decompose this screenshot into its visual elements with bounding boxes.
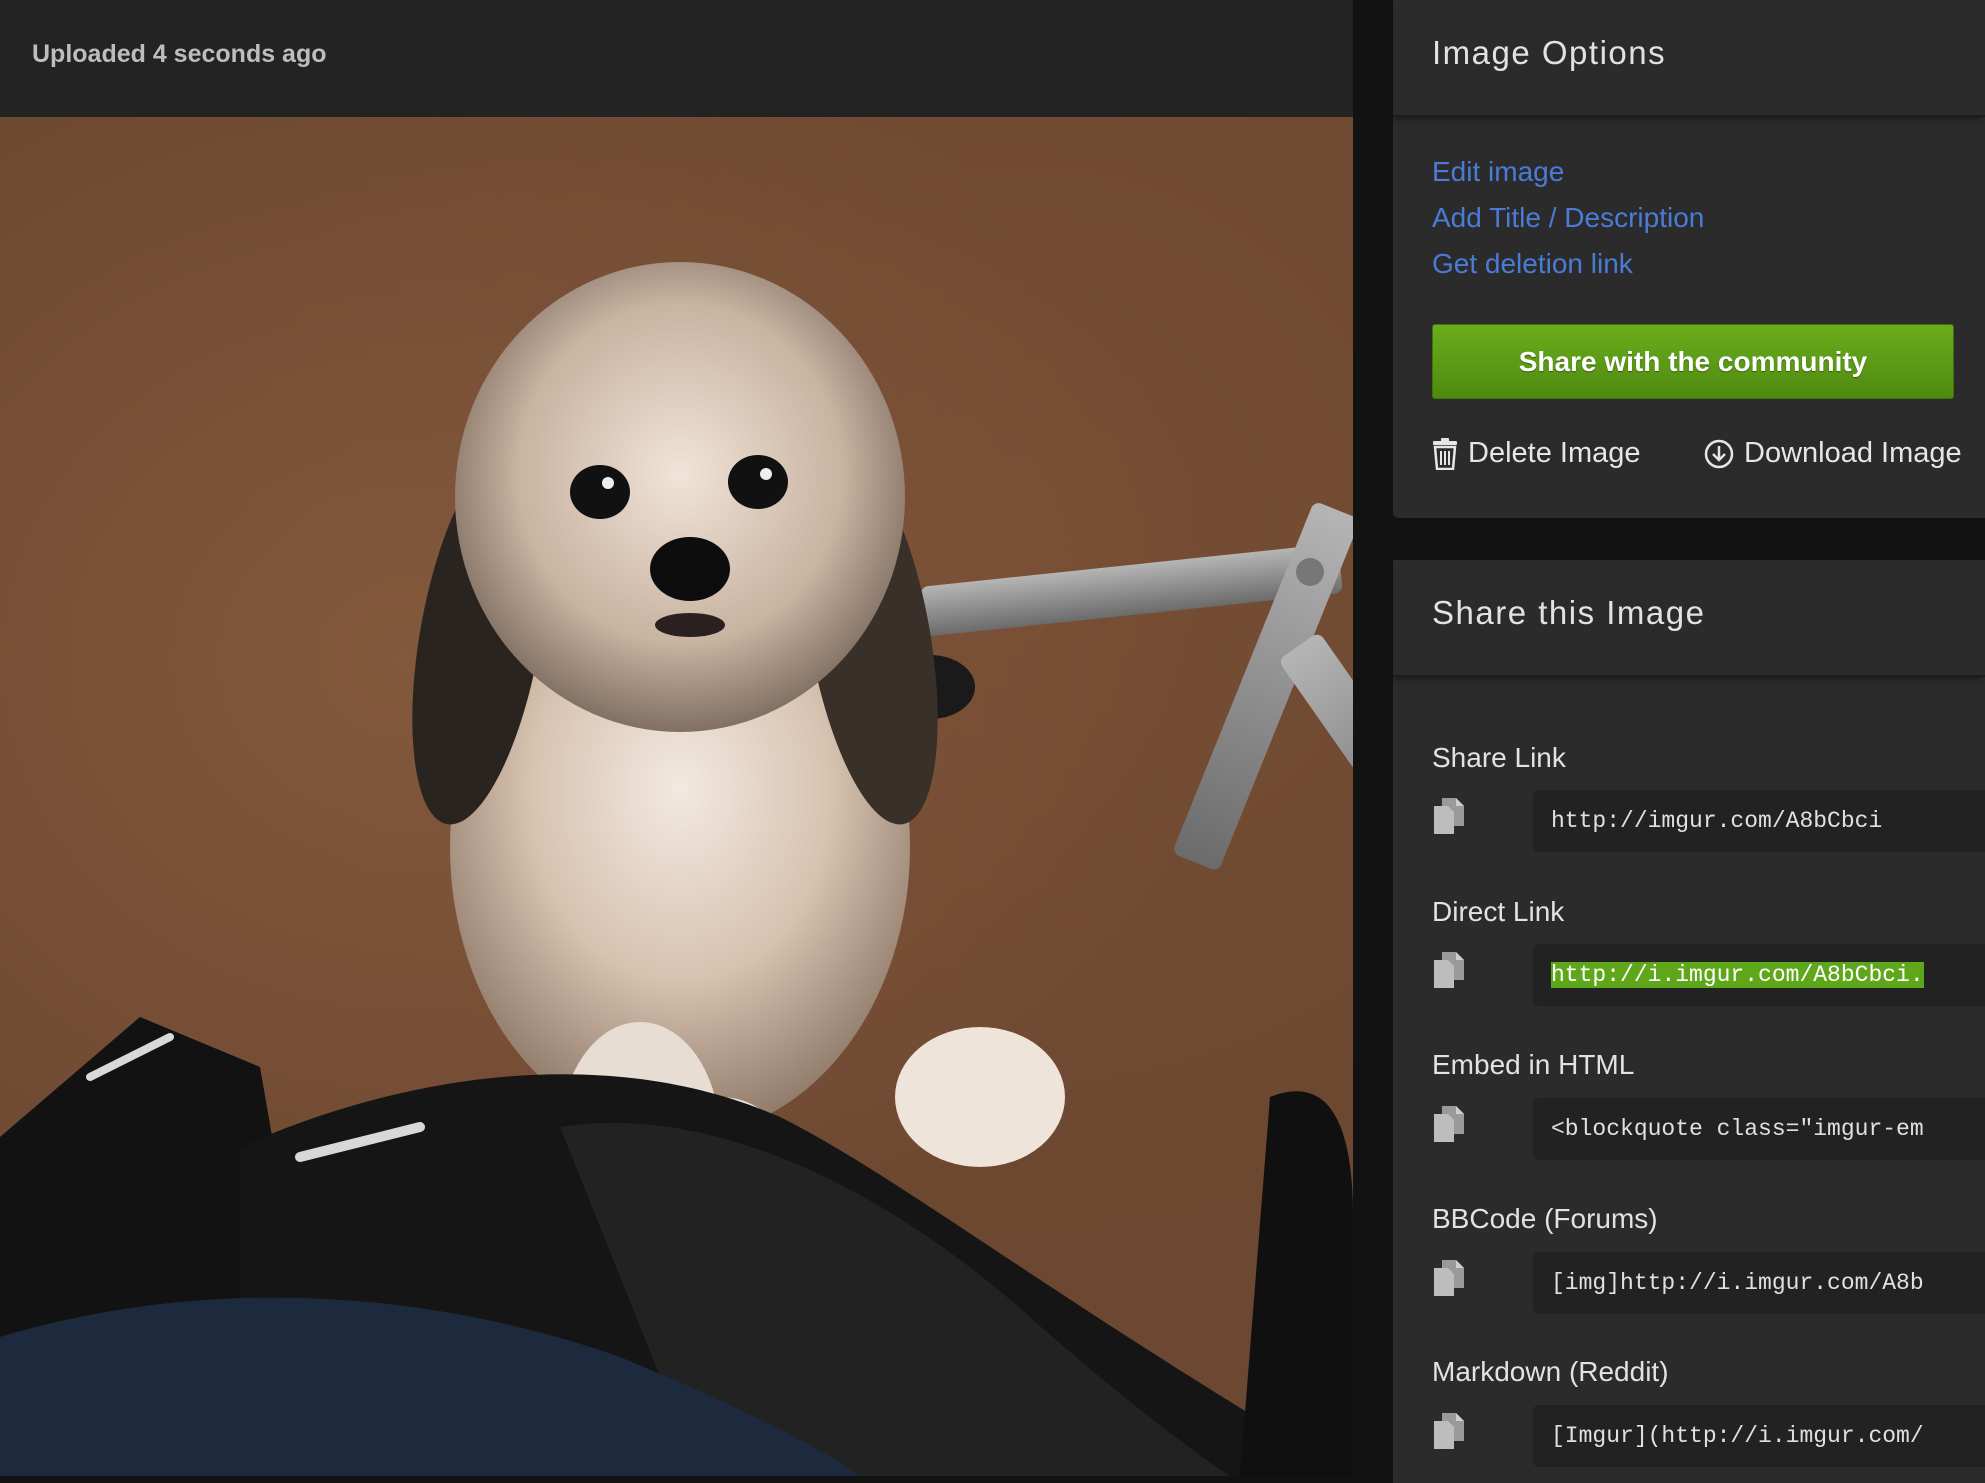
share-link-label: Share Link [1432, 742, 1566, 773]
share-image-title: Share this Image [1432, 594, 1706, 631]
image-options-title: Image Options [1432, 34, 1667, 71]
bbcode-label: BBCode (Forums) [1432, 1203, 1658, 1234]
sidebar: Image Options Edit image Add Title / Des… [1353, 0, 1985, 1483]
share-image-panel: Share this Image Share Link http://imgur… [1393, 560, 1985, 1483]
upload-status: Uploaded 4 seconds ago [32, 40, 327, 68]
copy-icon[interactable] [1432, 1104, 1468, 1144]
delete-image-label: Delete Image [1468, 437, 1641, 469]
upload-header: Uploaded 4 seconds ago [0, 0, 1353, 117]
image-options-panel: Image Options Edit image Add Title / Des… [1393, 0, 1985, 518]
uploaded-image[interactable] [0, 117, 1353, 1476]
edit-image-link[interactable]: Edit image [1432, 156, 1564, 188]
bbcode-field[interactable]: [img]http://i.imgur.com/A8b [1533, 1252, 1985, 1314]
share-image-header: Share this Image [1393, 560, 1985, 677]
direct-link-field[interactable]: http://i.imgur.com/A8bCbci. [1533, 944, 1985, 1006]
share-with-community-button[interactable]: Share with the community [1432, 324, 1954, 399]
dog-photo [0, 117, 1353, 1476]
copy-icon[interactable] [1432, 1258, 1468, 1298]
direct-link-label: Direct Link [1432, 896, 1565, 927]
download-image-label: Download Image [1744, 437, 1962, 469]
download-icon [1704, 439, 1734, 469]
trash-icon [1432, 437, 1458, 470]
markdown-label: Markdown (Reddit) [1432, 1356, 1669, 1387]
copy-icon[interactable] [1432, 1411, 1468, 1451]
share-link-field[interactable]: http://imgur.com/A8bCbci [1533, 790, 1985, 852]
download-image-button[interactable]: Download Image [1704, 437, 1962, 470]
get-deletion-link[interactable]: Get deletion link [1432, 248, 1633, 280]
copy-icon[interactable] [1432, 950, 1468, 990]
add-title-description-link[interactable]: Add Title / Description [1432, 202, 1704, 234]
embed-html-label: Embed in HTML [1432, 1049, 1635, 1080]
copy-icon[interactable] [1432, 796, 1468, 836]
direct-link-selected-text: http://i.imgur.com/A8bCbci. [1551, 962, 1924, 988]
delete-image-button[interactable]: Delete Image [1432, 437, 1641, 470]
markdown-field[interactable]: [Imgur](http://i.imgur.com/ [1533, 1405, 1985, 1467]
embed-html-field[interactable]: <blockquote class="imgur-em [1533, 1098, 1985, 1160]
image-options-header: Image Options [1393, 0, 1985, 117]
